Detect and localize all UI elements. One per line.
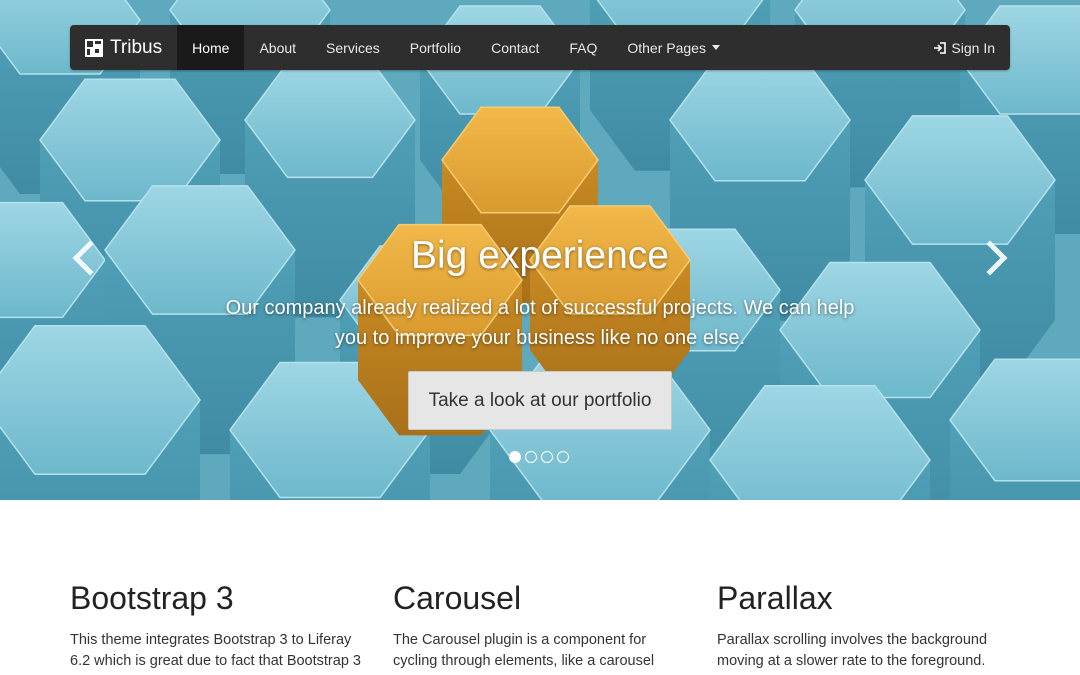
feature-text: Parallax scrolling involves the backgrou… xyxy=(717,632,988,669)
nav-item-other-pages[interactable]: Other Pages xyxy=(612,25,735,70)
carousel-caption-text: Our company already realized a lot of su… xyxy=(225,297,855,349)
feature-carousel: Carousel The Carousel plugin is a compon… xyxy=(393,578,693,675)
carousel-indicator-2[interactable] xyxy=(525,451,537,463)
nav-item-home[interactable]: Home xyxy=(177,25,245,70)
sign-in-link[interactable]: Sign In xyxy=(918,25,1010,70)
nav-item-other-pages-label: Other Pages xyxy=(627,39,706,56)
carousel-indicator-1[interactable] xyxy=(509,451,521,463)
feature-title: Carousel xyxy=(393,580,522,616)
brand-link[interactable]: Tribus xyxy=(70,25,177,70)
brand-name: Tribus xyxy=(110,36,163,58)
feature-parallax: Parallax Parallax scrolling involves the… xyxy=(717,578,1017,672)
feature-title: Parallax xyxy=(717,580,833,616)
carousel-indicator-3[interactable] xyxy=(541,451,553,463)
feature-text: This theme integrates Bootstrap 3 to Lif… xyxy=(70,632,361,675)
nav-item-about[interactable]: About xyxy=(244,25,311,70)
nav-item-portfolio[interactable]: Portfolio xyxy=(395,25,476,70)
carousel-caption-title: Big experience xyxy=(411,234,669,277)
main-navbar: Tribus Home About Services Portfolio Con… xyxy=(70,25,1010,70)
sign-in-label: Sign In xyxy=(951,39,995,56)
nav-item-services[interactable]: Services xyxy=(311,25,395,70)
carousel-indicator-4[interactable] xyxy=(557,451,569,463)
feature-bootstrap: Bootstrap 3 This theme integrates Bootst… xyxy=(70,578,370,675)
brand-logo-icon xyxy=(85,38,103,57)
nav-item-faq[interactable]: FAQ xyxy=(554,25,612,70)
portfolio-cta-button[interactable]: Take a look at our portfolio xyxy=(408,371,672,430)
feature-text: The Carousel plugin is a component for c… xyxy=(393,632,669,675)
caret-down-icon xyxy=(711,45,720,50)
carousel-indicators xyxy=(509,451,569,463)
feature-title: Bootstrap 3 xyxy=(70,580,234,616)
hero-carousel: Tribus Home About Services Portfolio Con… xyxy=(0,0,1080,500)
sign-in-icon xyxy=(934,41,947,54)
nav-item-contact[interactable]: Contact xyxy=(476,25,554,70)
